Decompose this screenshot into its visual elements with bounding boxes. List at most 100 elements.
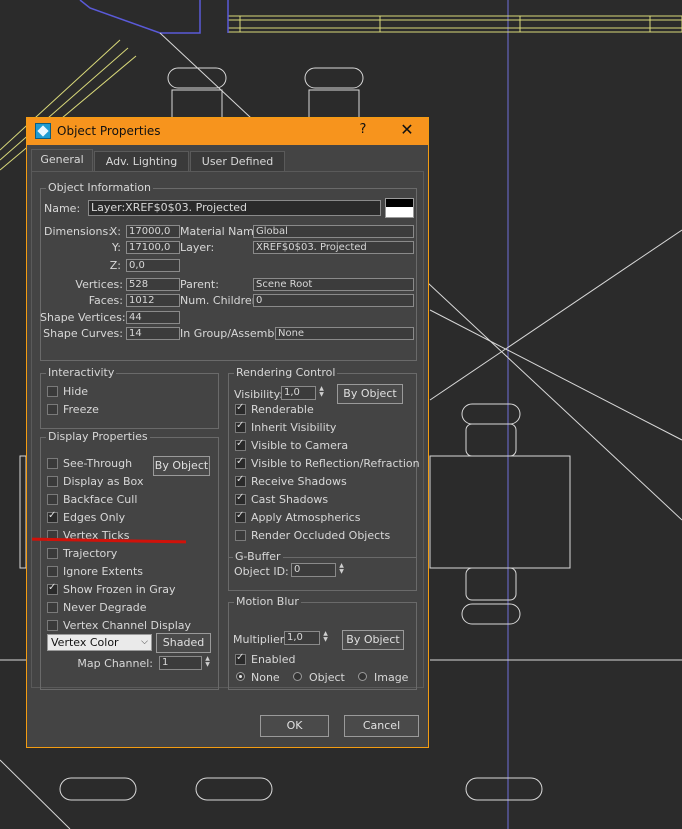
spinner-arrows-icon[interactable]: ▲ ▼: [203, 656, 212, 670]
display-show-frozen-in-gray-label: Show Frozen in Gray: [63, 583, 176, 596]
group-title: G-Buffer: [233, 550, 283, 563]
render-visible-to-reflection-refraction-checkbox[interactable]: [235, 456, 246, 469]
chevron-down-icon: ⌵: [141, 637, 148, 647]
render-inherit-visibility-checkbox[interactable]: [235, 420, 246, 433]
parent-label: Parent:: [180, 278, 219, 291]
render-cast-shadows-label: Cast Shadows: [251, 493, 329, 506]
close-icon[interactable]: ✕: [399, 120, 415, 139]
dimension-x-field[interactable]: 17000,0: [126, 225, 180, 238]
hide-checkbox[interactable]: [47, 386, 58, 397]
tab-adv-lighting[interactable]: Adv. Lighting: [94, 151, 189, 172]
radio-object[interactable]: [293, 672, 302, 681]
display-show-frozen-in-gray-checkbox[interactable]: [47, 582, 58, 595]
multiplier-spinner[interactable]: 1,0: [284, 631, 320, 645]
map-channel-label: Map Channel:: [77, 657, 153, 670]
material-name-field[interactable]: Global: [253, 225, 414, 238]
ok-button[interactable]: OK: [260, 715, 329, 737]
radio-image-label: Image: [374, 671, 409, 684]
hide-label: Hide: [63, 385, 89, 398]
shape-curves-label: Shape Curves:: [43, 327, 123, 340]
layer-label: Layer:: [180, 241, 215, 254]
group-title: Rendering Control: [234, 366, 338, 379]
tab-user-defined[interactable]: User Defined: [190, 151, 285, 172]
map-channel-spinner[interactable]: 1: [159, 656, 202, 670]
freeze-label: Freeze: [63, 403, 99, 416]
render-visible-to-camera-label: Visible to Camera: [251, 439, 349, 452]
spinner-arrows-icon[interactable]: ▲ ▼: [321, 631, 330, 645]
shaded-button[interactable]: Shaded: [156, 633, 211, 653]
render-apply-atmospherics-checkbox[interactable]: [235, 510, 246, 523]
display-ignore-extents-label: Ignore Extents: [63, 565, 144, 578]
display-display-as-box-checkbox[interactable]: [47, 476, 58, 487]
render-receive-shadows-label: Receive Shadows: [251, 475, 347, 488]
shape-vertices-field[interactable]: 44: [126, 311, 180, 324]
group-title: Display Properties: [46, 430, 150, 443]
name-field[interactable]: Layer:XREF$0$03. Projected: [88, 200, 381, 216]
display-edges-only-checkbox[interactable]: [47, 510, 58, 523]
cancel-button[interactable]: Cancel: [344, 715, 419, 737]
x-label: X:: [109, 225, 121, 238]
vertices-field[interactable]: 528: [126, 278, 180, 291]
display-never-degrade-checkbox[interactable]: [47, 602, 58, 613]
freeze-checkbox[interactable]: [47, 404, 58, 415]
dimension-z-field[interactable]: 0,0: [126, 259, 180, 272]
display-backface-cull-checkbox[interactable]: [47, 494, 58, 505]
3dsmax-app-icon: [35, 123, 51, 139]
render-inherit-visibility-label: Inherit Visibility: [251, 421, 337, 434]
rendering-by-object-button[interactable]: By Object: [337, 384, 403, 404]
dialog-titlebar[interactable]: Object Properties ? ✕: [27, 118, 428, 145]
object-id-spinner[interactable]: 0: [291, 563, 336, 577]
help-button[interactable]: ?: [355, 122, 371, 137]
render-cast-shadows-checkbox[interactable]: [235, 492, 246, 505]
render-receive-shadows-checkbox[interactable]: [235, 474, 246, 487]
dialog-title: Object Properties: [57, 124, 161, 138]
display-vertex-channel-display-label: Vertex Channel Display: [63, 619, 192, 632]
object-color-swatch[interactable]: [385, 198, 414, 218]
display-vertex-channel-display-checkbox[interactable]: [47, 620, 58, 631]
render-visible-to-camera-checkbox[interactable]: [235, 438, 246, 451]
display-display-as-box-label: Display as Box: [63, 475, 144, 488]
in-group-field[interactable]: None: [275, 327, 414, 340]
render-apply-atmospherics-label: Apply Atmospherics: [251, 511, 361, 524]
layer-field[interactable]: XREF$0$03. Projected: [253, 241, 414, 254]
shape-curves-field[interactable]: 14: [126, 327, 180, 340]
faces-field[interactable]: 1012: [126, 294, 180, 307]
display-see-through-checkbox[interactable]: [47, 458, 58, 469]
dimensions-label: Dimensions:: [44, 225, 112, 238]
render-render-occluded-objects-label: Render Occluded Objects: [251, 529, 391, 542]
spinner-arrows-icon[interactable]: ▲ ▼: [337, 563, 346, 577]
spinner-arrows-icon[interactable]: ▲ ▼: [317, 386, 326, 400]
display-trajectory-label: Trajectory: [63, 547, 118, 560]
enabled-label: Enabled: [251, 653, 296, 666]
motion-blur-by-object-button[interactable]: By Object: [342, 630, 404, 650]
visibility-label: Visibility:: [234, 388, 284, 401]
radio-image[interactable]: [358, 672, 367, 681]
render-visible-to-reflection-refraction-label: Visible to Reflection/Refraction: [251, 457, 420, 470]
z-label: Z:: [109, 259, 121, 272]
render-renderable-checkbox[interactable]: [235, 402, 246, 415]
tab-general[interactable]: General: [31, 149, 93, 172]
num-children-label: Num. Children:: [180, 294, 263, 307]
radio-none-label: None: [251, 671, 280, 684]
visibility-spinner[interactable]: 1,0: [281, 386, 316, 400]
parent-field[interactable]: Scene Root: [253, 278, 414, 291]
material-name-label: Material Name:: [180, 225, 265, 238]
in-group-label: In Group/Assembly:: [180, 327, 287, 340]
num-children-field[interactable]: 0: [253, 294, 414, 307]
group-title: Interactivity: [46, 366, 117, 379]
display-edges-only-label: Edges Only: [63, 511, 126, 524]
multiplier-label: Multiplier:: [233, 633, 288, 646]
display-trajectory-checkbox[interactable]: [47, 548, 58, 559]
dimension-y-field[interactable]: 17100,0: [126, 241, 180, 254]
name-label: Name:: [44, 202, 81, 215]
object-id-label: Object ID:: [234, 565, 289, 578]
display-ignore-extents-checkbox[interactable]: [47, 566, 58, 577]
vertex-color-dropdown[interactable]: Vertex Color ⌵: [47, 634, 152, 651]
render-render-occluded-objects-checkbox[interactable]: [235, 530, 246, 541]
radio-object-label: Object: [309, 671, 345, 684]
display-by-object-button[interactable]: By Object: [153, 456, 210, 476]
radio-none[interactable]: [236, 672, 245, 681]
enabled-checkbox[interactable]: [235, 652, 246, 665]
render-renderable-label: Renderable: [251, 403, 314, 416]
group-title: Object Information: [46, 181, 153, 194]
